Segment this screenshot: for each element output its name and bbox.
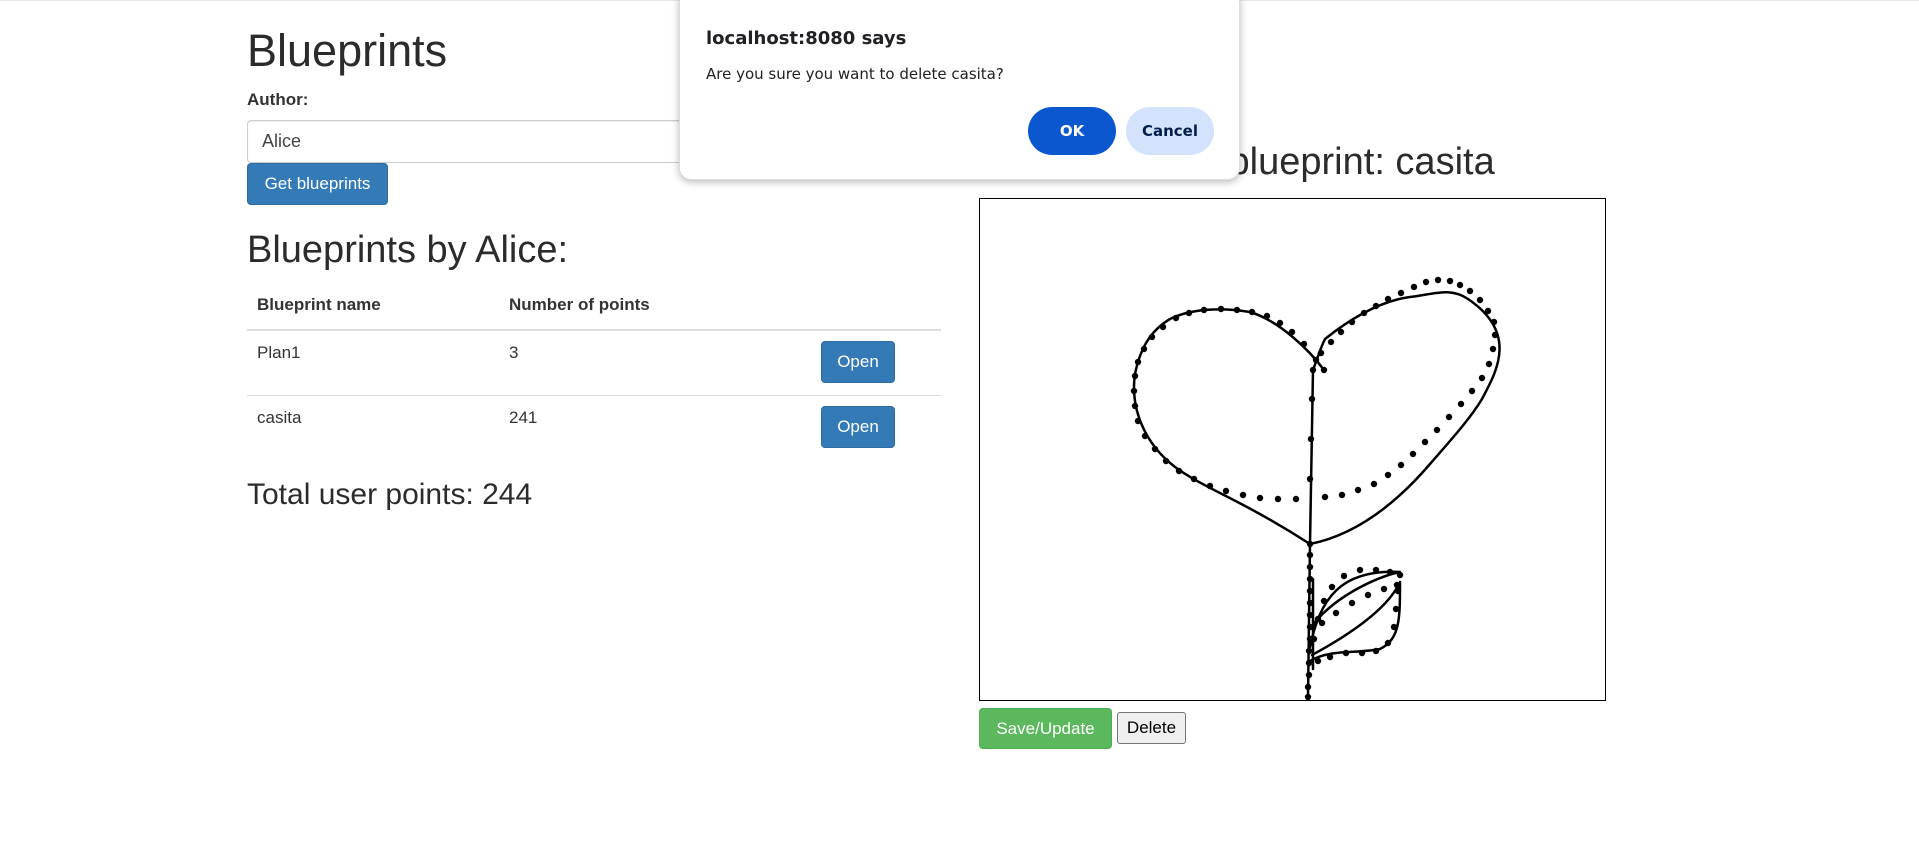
actions-cell: Open bbox=[779, 396, 941, 461]
dialog-ok-button[interactable]: OK bbox=[1028, 107, 1116, 155]
blueprint-points-cell: 241 bbox=[509, 408, 538, 427]
blueprint-canvas[interactable] bbox=[979, 198, 1606, 701]
column-header-points: Number of points bbox=[499, 285, 779, 331]
save-update-button[interactable]: Save/Update bbox=[979, 708, 1112, 749]
blueprint-points-cell: 3 bbox=[499, 330, 779, 396]
point-markers bbox=[1130, 276, 1499, 701]
blueprint-drawing bbox=[1130, 276, 1501, 701]
confirm-dialog: localhost:8080 says Are you sure you wan… bbox=[679, 0, 1240, 180]
column-header-name: Blueprint name bbox=[247, 285, 499, 331]
total-user-points: Total user points: 244 bbox=[247, 478, 533, 511]
dialog-title: localhost:8080 says bbox=[706, 28, 907, 49]
dialog-cancel-button[interactable]: Cancel bbox=[1126, 107, 1214, 155]
get-blueprints-button[interactable]: Get blueprints bbox=[247, 163, 388, 205]
open-button[interactable]: Open bbox=[821, 341, 895, 383]
blueprint-name-cell: casita bbox=[257, 408, 302, 427]
blueprint-name-cell: Plan1 bbox=[247, 330, 499, 396]
delete-button[interactable]: Delete bbox=[1117, 712, 1186, 744]
left-lobe-stroke bbox=[1132, 308, 1326, 546]
author-label: Author: bbox=[247, 90, 309, 109]
open-button[interactable]: Open bbox=[821, 406, 895, 448]
column-header-actions bbox=[779, 285, 941, 331]
blueprints-table: Blueprint name Number of points Plan1 3 … bbox=[247, 285, 941, 460]
actions-cell: Open bbox=[779, 330, 941, 396]
dialog-message: Are you sure you want to delete casita? bbox=[706, 65, 1004, 83]
table-header-row: Blueprint name Number of points bbox=[247, 285, 941, 331]
table-row: Plan1 3 Open bbox=[247, 330, 941, 396]
right-lobe-stroke bbox=[1308, 291, 1501, 546]
blueprints-list-heading: Blueprints by Alice: bbox=[247, 229, 569, 271]
table-row: casita 241 Open bbox=[247, 396, 941, 461]
page-title: Blueprints bbox=[247, 25, 448, 76]
